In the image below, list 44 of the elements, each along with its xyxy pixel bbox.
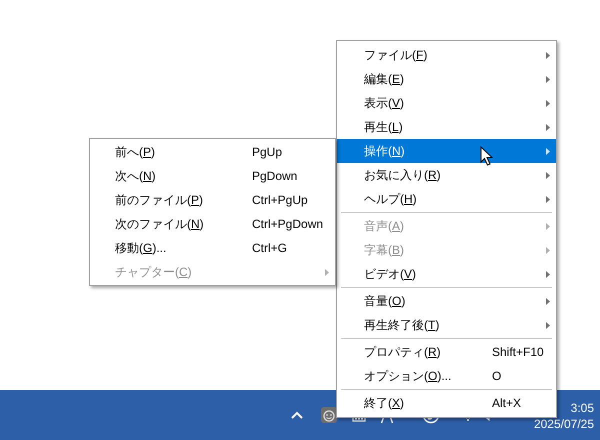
shortcut-text: Ctrl+PgUp [252, 192, 308, 209]
submenu-arrow-icon [546, 196, 550, 202]
submenu-arrow-icon [546, 322, 550, 328]
shortcut-text: Ctrl+G [252, 240, 288, 257]
menu-item[interactable]: ヘルプ(H) [337, 187, 556, 211]
menu-item[interactable]: 操作(N) [337, 139, 556, 163]
submenu-arrow-icon [546, 246, 550, 254]
menu-item[interactable]: お気に入り(R) [337, 163, 556, 187]
submenu-arrow-icon [546, 76, 550, 82]
shortcut-text: PgDown [252, 168, 298, 185]
submenu-arrow-icon [546, 100, 550, 106]
menu-item[interactable]: 次へ(N) PgDown [90, 164, 335, 188]
clock-date: 2025/07/25 [534, 416, 594, 432]
menu-item[interactable]: 移動(G)... Ctrl+G [90, 236, 335, 260]
shortcut-text: Shift+F10 [492, 344, 544, 361]
submenu-arrow-icon [546, 270, 550, 278]
menu-item[interactable]: ファイル(F) [337, 43, 556, 67]
smiley-icon[interactable] [320, 406, 338, 424]
submenu-arrow-icon [546, 148, 550, 154]
shortcut-text: O [492, 368, 502, 385]
clock-time: 3:05 [570, 400, 594, 416]
submenu-arrow-icon [546, 52, 550, 58]
shortcut-text: PgUp [252, 144, 282, 161]
menu-item[interactable]: 表示(V) [337, 91, 556, 115]
menu-item[interactable]: オプション(O)... O [337, 364, 556, 388]
menu-item[interactable]: プロパティ(R) Shift+F10 [337, 340, 556, 364]
menu-item[interactable]: 次のファイル(N) Ctrl+PgDown [90, 212, 335, 236]
shortcut-text: Ctrl+PgDown [252, 216, 324, 233]
menu-item[interactable]: 音量(O) [337, 289, 556, 313]
mouse-pointer-icon [480, 146, 494, 166]
chevron-up-icon[interactable] [290, 410, 304, 420]
menu-item[interactable]: 終了(X) Alt+X [337, 391, 556, 415]
menu-item[interactable]: 前へ(P) PgUp [90, 140, 335, 164]
menu-item[interactable]: 編集(E) [337, 67, 556, 91]
menu-item[interactable]: 再生(L) [337, 115, 556, 139]
submenu-arrow-icon [546, 298, 550, 304]
shortcut-text: Alt+X [492, 395, 522, 412]
submenu-arrow-icon [546, 172, 550, 178]
menu-item[interactable]: 前のファイル(P) Ctrl+PgUp [90, 188, 335, 212]
menu-item[interactable]: ビデオ(V) [337, 262, 556, 286]
submenu-arrow-icon [325, 268, 329, 276]
submenu-arrow-icon [546, 124, 550, 130]
menu-item[interactable]: 再生終了後(T) [337, 313, 556, 337]
submenu-arrow-icon [546, 222, 550, 230]
